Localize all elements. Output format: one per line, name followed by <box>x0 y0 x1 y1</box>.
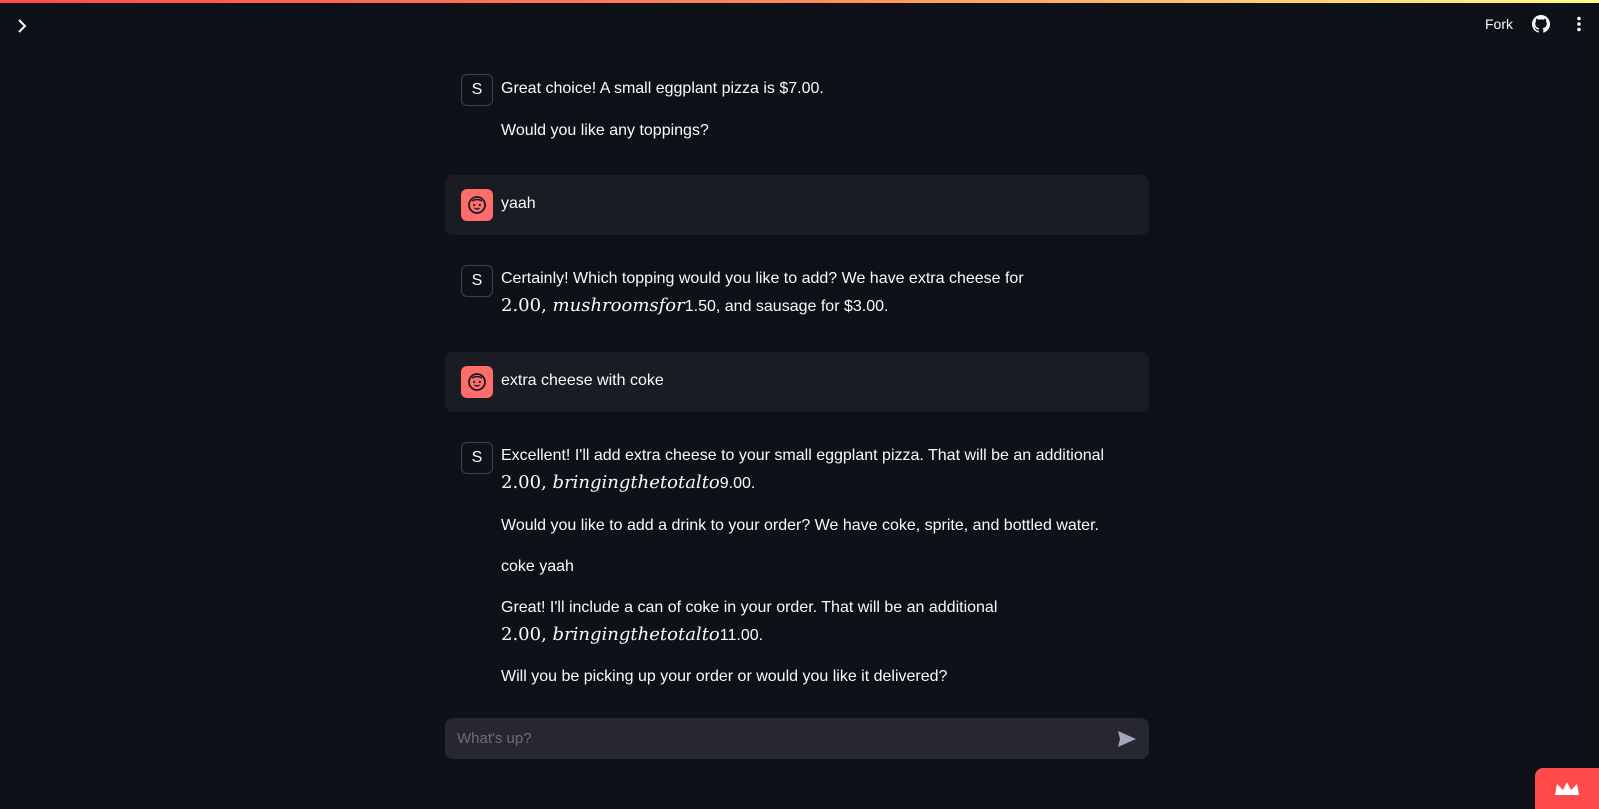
message-paragraph: coke yaah <box>501 558 574 576</box>
assistant-message: S Certainly! Which topping would you lik… <box>445 255 1149 330</box>
crown-icon <box>1555 781 1579 795</box>
message-content: Great choice! A small eggplant pizza is … <box>501 74 824 143</box>
message-text: 9.00. <box>719 474 756 492</box>
chevron-right-icon <box>18 19 27 33</box>
kebab-menu-icon <box>1577 16 1581 32</box>
user-avatar <box>461 189 493 222</box>
message-content: Excellent! I'll add extra cheese to your… <box>501 442 1104 690</box>
github-icon <box>1532 15 1550 33</box>
message-paragraph: Will you be picking up your order or wou… <box>501 668 948 686</box>
math-text: bringingthetotalto <box>552 471 720 493</box>
math-number: 2.00, <box>501 294 547 316</box>
sidebar-toggle-button[interactable] <box>12 16 32 36</box>
user-face-icon <box>468 196 486 215</box>
message-paragraph: Certainly! Which topping would you like … <box>501 267 1024 320</box>
header-toolbar: Fork <box>1485 14 1589 34</box>
github-button[interactable] <box>1531 14 1551 34</box>
user-message: yaah <box>445 175 1149 236</box>
chat-history: S Great choice! A small eggplant pizza i… <box>445 64 1149 700</box>
user-face-icon <box>468 372 486 391</box>
message-paragraph: Great choice! A small eggplant pizza is … <box>501 80 824 97</box>
math-fragment: 2.00, bringingthetotalto <box>501 624 720 645</box>
message-content: extra cheese with coke <box>501 366 664 394</box>
assistant-avatar: S <box>461 441 493 474</box>
message-paragraph: Would you like any toppings? <box>501 121 709 139</box>
fork-link[interactable]: Fork <box>1485 16 1513 32</box>
message-text: Certainly! Which topping would you like … <box>501 270 1024 288</box>
assistant-avatar: S <box>461 74 493 106</box>
message-text: yaah <box>501 195 536 213</box>
math-text: bringingthetotalto <box>552 623 720 645</box>
math-number: 2.00, <box>501 623 547 645</box>
math-fragment: 2.00, bringingthetotalto <box>501 472 720 493</box>
message-content: Certainly! Which topping would you like … <box>501 265 1024 320</box>
top-decoration-bar <box>0 0 1599 3</box>
message-text: extra cheese with coke <box>501 371 664 389</box>
assistant-message: S Great choice! A small eggplant pizza i… <box>445 64 1149 153</box>
message-paragraph: Would you like to add a drink to your or… <box>501 516 1099 534</box>
message-text: 1.50, and sausage for $3.00. <box>684 297 889 315</box>
math-text: mushroomsfor <box>552 294 685 316</box>
streamlit-deploy-badge[interactable] <box>1535 768 1599 809</box>
message-paragraph: Excellent! I'll add extra cheese to your… <box>501 444 1104 497</box>
send-icon <box>1118 730 1136 747</box>
chat-input-container <box>445 718 1149 759</box>
main-menu-button[interactable] <box>1569 14 1589 34</box>
message-paragraph: Great! I'll include a can of coke in you… <box>501 596 1104 649</box>
chat-input[interactable] <box>455 729 1115 748</box>
assistant-message: S Excellent! I'll add extra cheese to yo… <box>445 432 1149 700</box>
message-text: Great! I'll include a can of coke in you… <box>501 598 998 616</box>
message-text: 11.00. <box>719 626 764 644</box>
send-button[interactable] <box>1115 727 1139 751</box>
user-message: extra cheese with coke <box>445 351 1149 412</box>
user-avatar <box>461 365 493 398</box>
assistant-avatar: S <box>461 265 493 298</box>
message-text: Excellent! I'll add extra cheese to your… <box>501 446 1105 464</box>
math-number: 2.00, <box>501 471 547 493</box>
math-fragment: 2.00, mushroomsfor <box>501 295 685 316</box>
message-content: yaah <box>501 189 536 217</box>
